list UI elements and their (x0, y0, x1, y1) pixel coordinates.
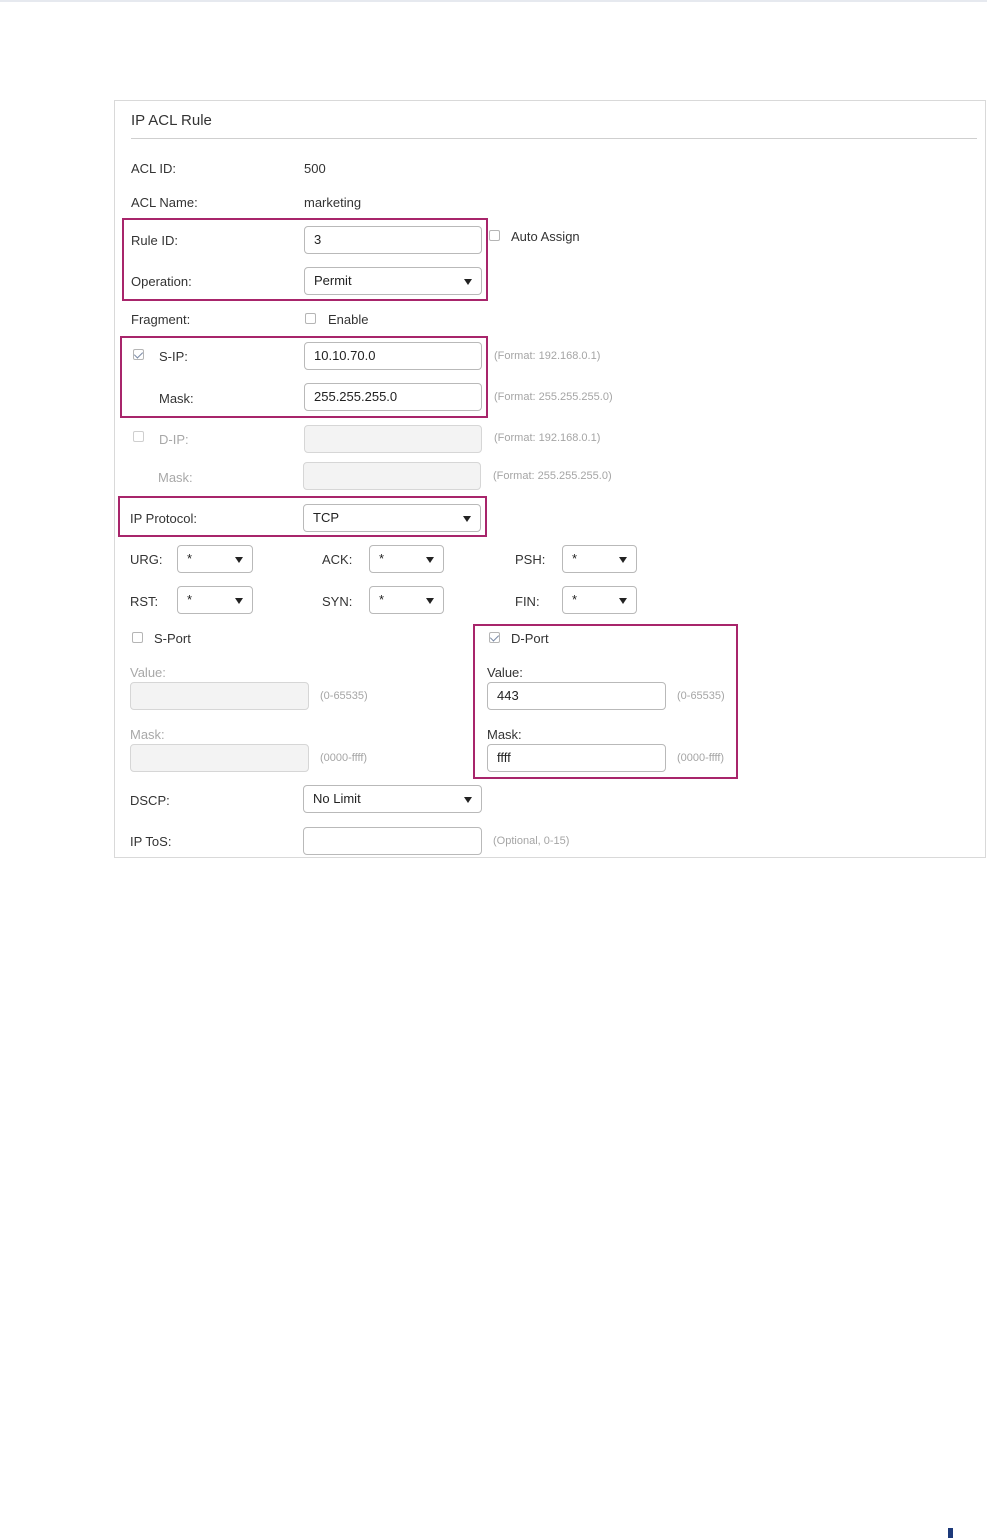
sip-mask-format-hint: (Format: 255.255.255.0) (494, 391, 613, 403)
dip-mask-format-hint: (Format: 255.255.255.0) (493, 470, 612, 482)
acl-id-value: 500 (304, 161, 326, 176)
sport-mask-hint: (0000-ffff) (320, 752, 368, 764)
page-corner-mark (948, 1528, 953, 1538)
sport-label: S-Port (154, 631, 191, 646)
rule-id-label: Rule ID: (131, 233, 178, 248)
dport-mask-input[interactable]: ffff (487, 744, 666, 772)
ip-tos-hint: (Optional, 0-15) (493, 835, 570, 847)
operation-select[interactable]: Permit (304, 267, 482, 295)
ip-protocol-selected-value: TCP (313, 510, 339, 525)
dport-label: D-Port (511, 631, 549, 646)
checkmark-icon (133, 349, 144, 359)
dropdown-arrow-icon (235, 557, 243, 563)
top-divider (0, 0, 987, 2)
checkmark-icon (489, 632, 500, 642)
fragment-label: Fragment: (131, 312, 191, 327)
dropdown-arrow-icon (426, 557, 434, 563)
flag-urg-select[interactable]: * (177, 545, 253, 573)
dport-mask-hint: (0000-ffff) (677, 752, 725, 764)
title-divider (131, 138, 977, 139)
flag-syn-select[interactable]: * (369, 586, 444, 614)
dropdown-arrow-icon (464, 279, 472, 285)
flag-ack-value: * (379, 551, 385, 566)
ip-tos-label: IP ToS: (130, 834, 172, 849)
operation-label: Operation: (131, 274, 192, 289)
sport-checkbox[interactable] (132, 632, 143, 643)
flag-rst-select[interactable]: * (177, 586, 253, 614)
acl-name-label: ACL Name: (131, 195, 198, 210)
fragment-enable-checkbox[interactable] (305, 313, 316, 324)
sport-mask-label: Mask: (130, 727, 165, 742)
ip-protocol-select[interactable]: TCP (303, 504, 481, 532)
dip-input[interactable] (304, 425, 482, 453)
dscp-label: DSCP: (130, 793, 170, 808)
sip-mask-input[interactable]: 255.255.255.0 (304, 383, 482, 411)
ip-protocol-label: IP Protocol: (130, 511, 197, 526)
dport-checkbox[interactable] (489, 632, 500, 643)
sport-value-hint: (0-65535) (320, 690, 368, 702)
dscp-selected-value: No Limit (313, 791, 361, 806)
dropdown-arrow-icon (235, 598, 243, 604)
dip-checkbox[interactable] (133, 431, 144, 442)
sip-format-hint: (Format: 192.168.0.1) (494, 350, 601, 362)
dropdown-arrow-icon (426, 598, 434, 604)
panel-title: IP ACL Rule (131, 112, 212, 129)
flag-ack-select[interactable]: * (369, 545, 444, 573)
operation-selected-value: Permit (314, 273, 352, 288)
dip-format-hint: (Format: 192.168.0.1) (494, 432, 601, 444)
rule-id-input[interactable]: 3 (304, 226, 482, 254)
flag-rst-label: RST: (130, 594, 159, 609)
flag-urg-label: URG: (130, 552, 163, 567)
dropdown-arrow-icon (464, 797, 472, 803)
dscp-select[interactable]: No Limit (303, 785, 482, 813)
auto-assign-checkbox[interactable] (489, 230, 500, 241)
flag-ack-label: ACK: (322, 552, 353, 567)
ip-tos-input[interactable] (303, 827, 482, 855)
dropdown-arrow-icon (463, 516, 471, 522)
flag-fin-value: * (572, 592, 578, 607)
dropdown-arrow-icon (619, 557, 627, 563)
flag-psh-value: * (572, 551, 578, 566)
dip-label: D-IP: (159, 432, 189, 447)
flag-syn-label: SYN: (322, 594, 353, 609)
dport-mask-label: Mask: (487, 727, 522, 742)
sip-label: S-IP: (159, 349, 188, 364)
sport-value-label: Value: (130, 665, 166, 680)
dropdown-arrow-icon (619, 598, 627, 604)
dport-value-label: Value: (487, 665, 523, 680)
dip-mask-label: Mask: (158, 470, 193, 485)
acl-id-label: ACL ID: (131, 161, 177, 176)
acl-name-value: marketing (304, 195, 362, 210)
dport-value-hint: (0-65535) (677, 690, 725, 702)
sport-value-input[interactable] (130, 682, 309, 710)
flag-urg-value: * (187, 551, 193, 566)
dip-mask-input[interactable] (303, 462, 481, 490)
flag-psh-select[interactable]: * (562, 545, 637, 573)
flag-fin-label: FIN: (515, 594, 540, 609)
sip-input[interactable]: 10.10.70.0 (304, 342, 482, 370)
flag-syn-value: * (379, 592, 385, 607)
fragment-enable-label: Enable (328, 312, 369, 327)
flag-rst-value: * (187, 592, 193, 607)
auto-assign-label: Auto Assign (511, 229, 580, 244)
flag-fin-select[interactable]: * (562, 586, 637, 614)
flag-psh-label: PSH: (515, 552, 546, 567)
sip-mask-label: Mask: (159, 391, 194, 406)
sip-checkbox[interactable] (133, 349, 144, 360)
sport-mask-input[interactable] (130, 744, 309, 772)
dport-value-input[interactable]: 443 (487, 682, 666, 710)
